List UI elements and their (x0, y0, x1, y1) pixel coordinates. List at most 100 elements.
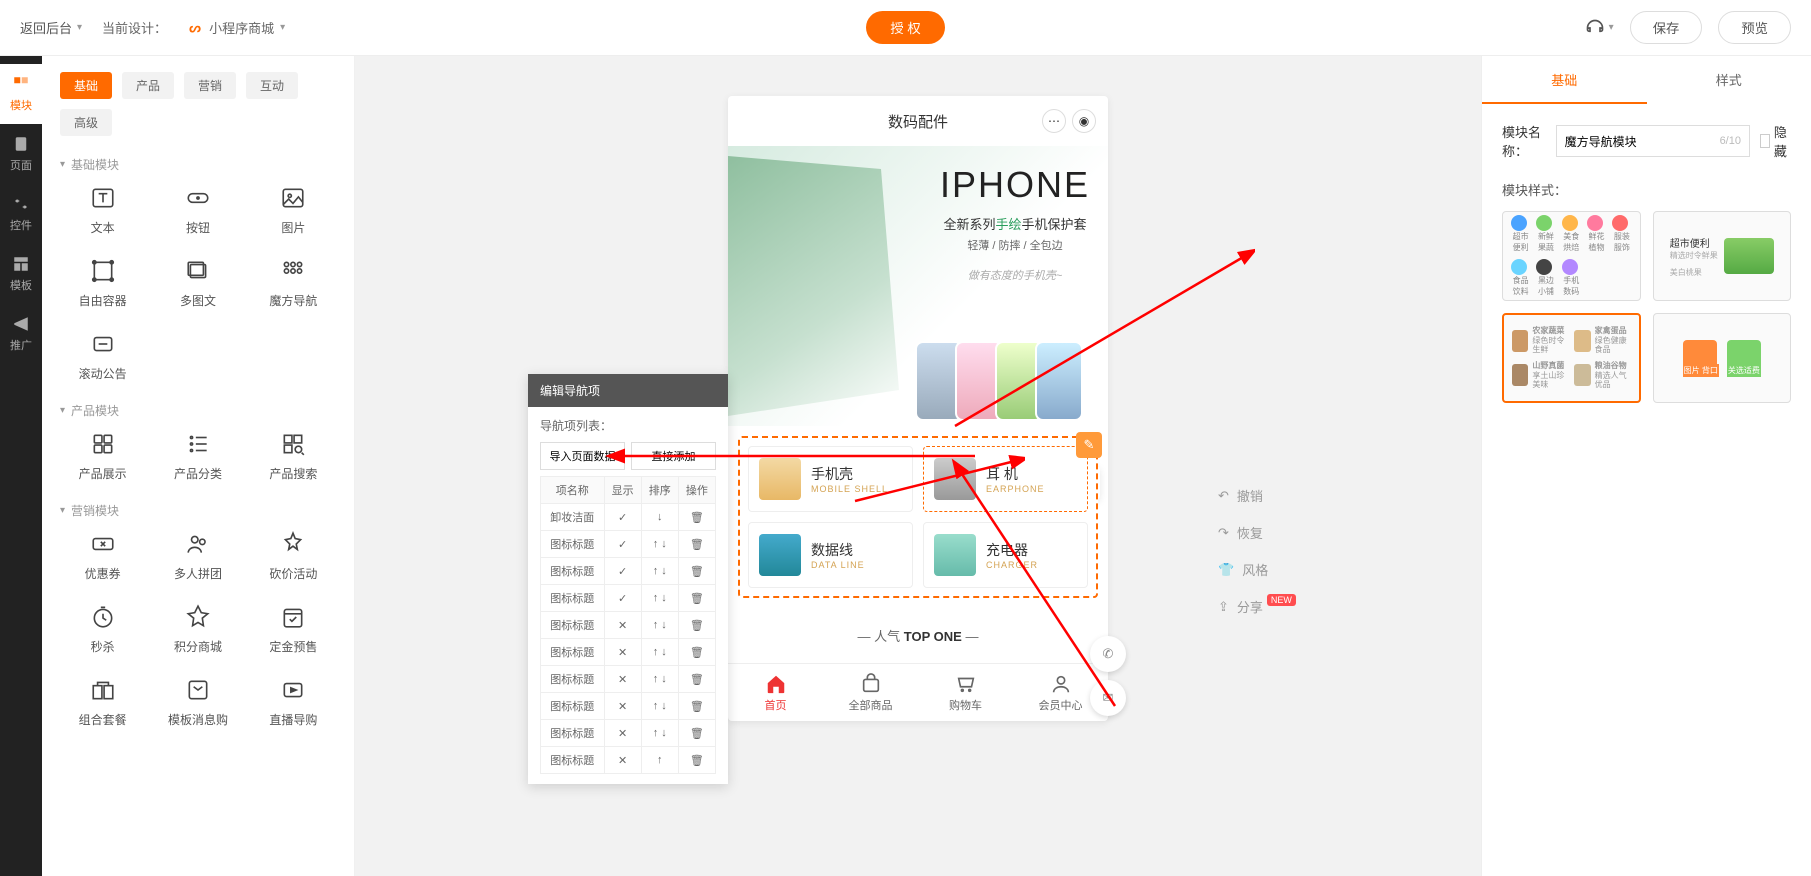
import-page-data-button[interactable]: 导入页面数据 (540, 442, 625, 470)
nav-card[interactable]: 充电器CHARGER (923, 522, 1088, 588)
tabbar-home[interactable]: 首页 (728, 664, 823, 721)
module-product-category[interactable]: 产品分类 (155, 431, 240, 482)
nav-card[interactable]: 耳 机EARPHONE (923, 446, 1088, 512)
preview-button[interactable]: 预览 (1718, 11, 1791, 44)
rail-controls[interactable]: 控件 (0, 184, 42, 244)
item-name[interactable]: 卸妆洁面 (541, 504, 605, 531)
item-name[interactable]: 图标标题 (541, 558, 605, 585)
move-up-icon[interactable] (653, 538, 659, 550)
move-up-icon[interactable] (653, 619, 659, 631)
item-name[interactable]: 图标标题 (541, 720, 605, 747)
float-wechat-icon[interactable]: ✉ (1090, 680, 1126, 716)
move-up-icon[interactable] (657, 754, 663, 766)
tab-advanced[interactable]: 高级 (60, 109, 112, 136)
delete-icon[interactable]: 🗑 (678, 531, 715, 558)
delete-icon[interactable]: 🗑 (678, 693, 715, 720)
target-icon[interactable]: ◉ (1072, 109, 1096, 133)
move-up-icon[interactable] (653, 700, 659, 712)
move-down-icon[interactable] (661, 565, 667, 577)
module-button[interactable]: 按钮 (155, 185, 240, 236)
item-name[interactable]: 图标标题 (541, 612, 605, 639)
item-name[interactable]: 图标标题 (541, 639, 605, 666)
move-up-icon[interactable] (653, 646, 659, 658)
tabbar-products[interactable]: 全部商品 (823, 664, 918, 721)
design-selector[interactable]: ᔕ 小程序商城 ▾ (175, 14, 297, 41)
more-icon[interactable]: ⋯ (1042, 109, 1066, 133)
module-points-mall[interactable]: 积分商城 (155, 604, 240, 655)
tab-interactive[interactable]: 互动 (246, 72, 298, 99)
show-toggle[interactable]: ✕ (604, 747, 641, 774)
style-preset-banner[interactable]: 超市便利 精选时令鲜果 美白桃果 (1653, 211, 1792, 301)
module-product-display[interactable]: 产品展示 (60, 431, 145, 482)
module-name-input[interactable]: 6/10 (1556, 125, 1750, 157)
style-preset-cards[interactable]: 农家蔬菜绿色时令生鲜 家禽蛋品绿色健康食品 山野真菌享土山珍美味 粮油谷物精选人… (1502, 313, 1641, 403)
tab-style-props[interactable]: 样式 (1647, 56, 1811, 104)
show-toggle[interactable]: ✓ (604, 558, 641, 585)
move-down-icon[interactable] (661, 673, 667, 685)
move-down-icon[interactable] (657, 511, 663, 523)
redo-button[interactable]: ↷ 恢复 (1218, 523, 1296, 542)
module-template-msg[interactable]: 模板消息购 (155, 677, 240, 728)
move-down-icon[interactable] (661, 592, 667, 604)
move-down-icon[interactable] (661, 646, 667, 658)
item-name[interactable]: 图标标题 (541, 531, 605, 558)
delete-icon[interactable]: 🗑 (678, 747, 715, 774)
show-toggle[interactable]: ✕ (604, 693, 641, 720)
move-down-icon[interactable] (661, 538, 667, 550)
tab-basic[interactable]: 基础 (60, 72, 112, 99)
authorize-button[interactable]: 授 权 (866, 11, 944, 44)
module-magic-nav[interactable]: 魔方导航 (251, 258, 336, 309)
hide-checkbox[interactable]: 隐藏 (1760, 122, 1791, 160)
nav-card[interactable]: 数据线DATA LINE (748, 522, 913, 588)
delete-icon[interactable]: 🗑 (678, 639, 715, 666)
move-up-icon[interactable] (653, 673, 659, 685)
item-name[interactable]: 图标标题 (541, 666, 605, 693)
move-up-icon[interactable] (653, 565, 659, 577)
share-button[interactable]: ⇪ 分享NEW (1218, 597, 1296, 616)
delete-icon[interactable]: 🗑 (678, 666, 715, 693)
module-coupon[interactable]: 优惠券 (60, 531, 145, 582)
item-name[interactable]: 图标标题 (541, 747, 605, 774)
style-preset-dots[interactable]: 超市便利 新鲜果蔬 美食烘焙 鲜花植物 服装服饰 食品饮料 黑边小铺 手机数码 (1502, 211, 1641, 301)
support-button[interactable]: ▾ (1585, 18, 1614, 38)
module-group-buy[interactable]: 多人拼团 (155, 531, 240, 582)
module-marquee[interactable]: 滚动公告 (60, 331, 145, 382)
tabbar-cart[interactable]: 购物车 (918, 664, 1013, 721)
delete-icon[interactable]: 🗑 (678, 612, 715, 639)
show-toggle[interactable]: ✓ (604, 531, 641, 558)
rail-templates[interactable]: 模板 (0, 244, 42, 304)
back-button[interactable]: 返回后台▾ (20, 18, 82, 37)
rail-promote[interactable]: 推广 (0, 304, 42, 364)
tab-basic-props[interactable]: 基础 (1482, 56, 1647, 104)
show-toggle[interactable]: ✓ (604, 585, 641, 612)
module-combo[interactable]: 组合套餐 (60, 677, 145, 728)
tab-product[interactable]: 产品 (122, 72, 174, 99)
float-phone-icon[interactable]: ✆ (1090, 636, 1126, 672)
nav-card[interactable]: 手机壳MOBILE SHELL (748, 446, 913, 512)
show-toggle[interactable]: ✕ (604, 612, 641, 639)
delete-icon[interactable]: 🗑 (678, 558, 715, 585)
save-button[interactable]: 保存 (1630, 11, 1703, 44)
tab-marketing[interactable]: 营销 (184, 72, 236, 99)
module-bargain[interactable]: 砍价活动 (251, 531, 336, 582)
module-live[interactable]: 直播导购 (251, 677, 336, 728)
module-product-search[interactable]: 产品搜索 (251, 431, 336, 482)
add-directly-button[interactable]: 直接添加 (631, 442, 716, 470)
move-down-icon[interactable] (661, 727, 667, 739)
delete-icon[interactable]: 🗑 (678, 585, 715, 612)
edit-badge-icon[interactable]: ✎ (1076, 432, 1102, 458)
module-multi-image[interactable]: 多图文 (155, 258, 240, 309)
move-up-icon[interactable] (653, 727, 659, 739)
move-up-icon[interactable] (653, 592, 659, 604)
module-presale[interactable]: 定金预售 (251, 604, 336, 655)
show-toggle[interactable]: ✕ (604, 720, 641, 747)
canvas[interactable]: 数码配件 ⋯ ◉ IPHONE 全新系列手绘手机保护套 轻薄 / 防摔 / 全包… (355, 56, 1481, 876)
module-image[interactable]: 图片 (251, 185, 336, 236)
style-button[interactable]: 👕 风格 (1218, 560, 1296, 579)
item-name[interactable]: 图标标题 (541, 693, 605, 720)
move-down-icon[interactable] (661, 619, 667, 631)
hero-banner[interactable]: IPHONE 全新系列手绘手机保护套 轻薄 / 防摔 / 全包边 做有态度的手机… (728, 146, 1108, 426)
delete-icon[interactable]: 🗑 (678, 504, 715, 531)
magic-nav-module[interactable]: ✎ 手机壳MOBILE SHELL 耳 机EARPHONE 数据线DATA LI… (738, 436, 1098, 598)
show-toggle[interactable]: ✓ (604, 504, 641, 531)
